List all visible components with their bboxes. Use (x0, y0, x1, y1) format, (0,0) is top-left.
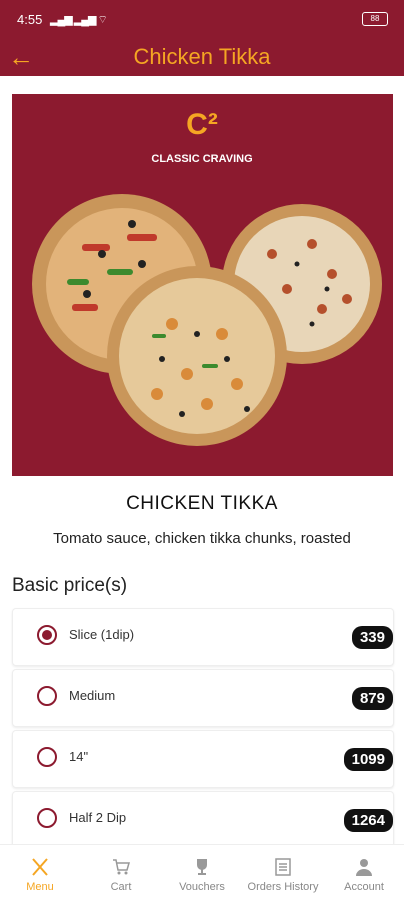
nav-orders-history[interactable]: Orders History (243, 845, 323, 901)
radio-unselected[interactable] (37, 747, 57, 767)
option-price: 879 (351, 687, 393, 710)
price-option-slice[interactable]: Slice (1dip) 339 (12, 608, 394, 666)
nav-menu[interactable]: Menu (0, 845, 80, 901)
nav-cart[interactable]: Cart (81, 845, 161, 901)
bottom-navigation: Menu Cart Vouchers Orders History Accoun… (0, 844, 404, 901)
brand-mark: C² (186, 108, 218, 141)
price-option-half-2-dip[interactable]: Half 2 Dip 1264 (12, 791, 394, 849)
option-price: 1099 (343, 748, 393, 771)
app-bar: ← Chicken Tikka (0, 40, 404, 76)
option-label: Half 2 Dip (69, 810, 127, 825)
product-name: CHICKEN TIKKA (126, 493, 278, 514)
price-option-14[interactable]: 14" 1099 (12, 730, 394, 788)
battery-icon: 88 (362, 12, 388, 26)
nav-label: Orders History (247, 881, 319, 893)
product-description: Tomato sauce, chicken tikka chunks, roas… (53, 530, 351, 547)
cart-icon (113, 859, 130, 875)
list-icon (275, 858, 291, 876)
nav-label: Account (344, 881, 384, 893)
nav-label: Vouchers (179, 881, 225, 893)
option-price: 339 (351, 626, 393, 649)
option-label: Medium (69, 688, 116, 703)
pizza-illustration: C² CLASSIC CRAVING (32, 108, 382, 446)
price-option-medium[interactable]: Medium 879 (12, 669, 394, 727)
nav-account[interactable]: Account (324, 845, 404, 901)
option-label: 14" (69, 749, 89, 764)
trophy-icon (197, 859, 207, 875)
nav-label: Menu (26, 881, 54, 893)
fork-knife-icon (32, 858, 48, 876)
option-price: 1264 (343, 809, 393, 832)
section-title: Basic price(s) (12, 575, 128, 596)
status-time: 4:55 (17, 12, 43, 27)
user-icon (356, 859, 372, 876)
nav-vouchers[interactable]: Vouchers (162, 845, 242, 901)
signal-icon: ▂▄▆ ▂▄▆ ⌔ (50, 14, 108, 26)
radio-unselected[interactable] (37, 808, 57, 828)
radio-selected[interactable] (37, 625, 57, 645)
nav-label: Cart (110, 881, 132, 893)
radio-unselected[interactable] (37, 686, 57, 706)
status-bar: 4:55 ▂▄▆ ▂▄▆ ⌔ 88 (0, 0, 404, 40)
product-image: C² CLASSIC CRAVING (12, 94, 393, 476)
brand-text: CLASSIC CRAVING (151, 153, 252, 165)
option-label: Slice (1dip) (69, 627, 135, 642)
page-title: Chicken Tikka (133, 44, 271, 69)
